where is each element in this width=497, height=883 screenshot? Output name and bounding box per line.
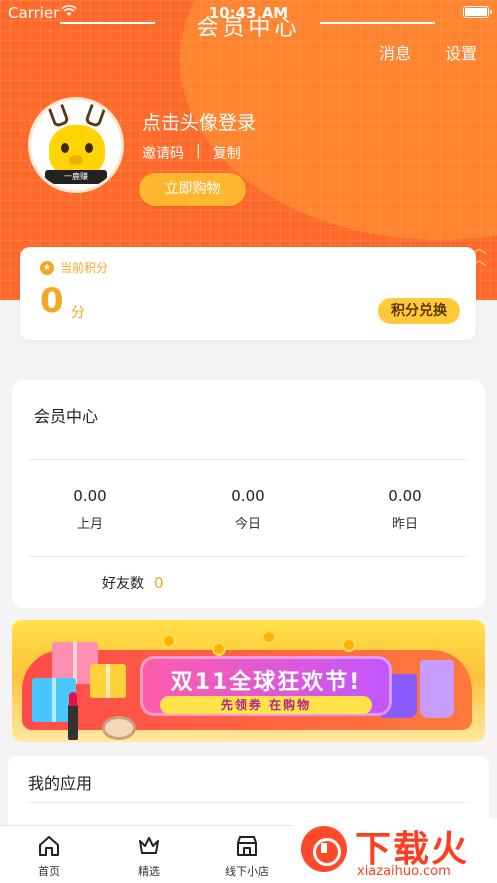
divider — [28, 802, 469, 803]
member-center-card: 会员中心 0.00 上月 0.00 今日 0.00 昨日 好友数 0 — [12, 380, 485, 608]
shopping-bag-icon — [420, 660, 454, 718]
stat-value: 0.00 — [73, 487, 107, 505]
divider — [28, 459, 469, 460]
promo-banner[interactable]: 双11全球狂欢节! 先领券 在购物 — [12, 620, 485, 742]
watermark-url: xiazaihuo.com — [357, 864, 451, 879]
invite-code-label: 邀请码 — [142, 146, 184, 162]
divider — [28, 556, 469, 557]
compact-icon — [102, 716, 136, 740]
login-prompt[interactable]: 点击头像登录 — [142, 108, 256, 135]
points-label: 当前积分 — [60, 261, 109, 275]
flame-logo-icon — [301, 826, 347, 872]
tab-featured[interactable]: 精选 — [114, 834, 184, 879]
tab-home[interactable]: 首页 — [14, 834, 84, 879]
stat-today[interactable]: 0.00 今日 — [188, 487, 308, 532]
points-card: ★ 当前积分 0 分 积分兑换 — [20, 247, 476, 340]
lipstick-icon — [68, 692, 78, 740]
home-icon — [39, 836, 59, 856]
banner-subtitle: 先领券 在购物 — [160, 696, 372, 714]
coin-icon — [212, 642, 226, 656]
antler-left — [48, 103, 70, 129]
buy-now-button[interactable]: 立即购物 — [139, 173, 246, 206]
points-unit: 分 — [71, 305, 85, 321]
coin-icon — [162, 634, 176, 648]
banner-title: 双11全球狂欢节! — [170, 670, 362, 695]
invite-separator: | — [196, 143, 201, 159]
friends-label: 好友数 — [102, 576, 144, 592]
points-label-row: ★ 当前积分 — [40, 259, 108, 276]
tab-label: 线下小店 — [225, 865, 269, 878]
invite-row: 邀请码 | 复制 — [142, 143, 241, 163]
member-center-title: 会员中心 — [34, 407, 99, 426]
tab-label: 精选 — [138, 865, 160, 878]
stat-value: 0.00 — [388, 487, 422, 505]
messages-link[interactable]: 消息 — [379, 40, 411, 64]
stat-label: 昨日 — [391, 517, 418, 532]
store-icon — [237, 836, 257, 856]
watermark: 下载火 xiazaihuo.com — [293, 818, 497, 883]
gift-box-icon — [90, 664, 126, 698]
top-links: 消息 设置 — [379, 40, 477, 64]
stat-label: 上月 — [76, 517, 103, 532]
my-apps-title: 我的应用 — [28, 774, 93, 793]
friends-count: 0 — [154, 574, 164, 592]
stat-label: 今日 — [234, 517, 261, 532]
avatar-ribbon: 一鹿赚 — [45, 170, 107, 184]
coin-icon — [262, 630, 276, 644]
stat-yesterday[interactable]: 0.00 昨日 — [345, 487, 465, 532]
crown-icon — [139, 837, 159, 854]
settings-link[interactable]: 设置 — [445, 40, 477, 64]
tab-label: 首页 — [38, 865, 60, 878]
stat-value: 0.00 — [231, 487, 265, 505]
banner-pill: 双11全球狂欢节! 先领券 在购物 — [140, 656, 392, 716]
copy-button[interactable]: 复制 — [213, 143, 241, 163]
friends-row[interactable]: 好友数 0 — [102, 573, 164, 593]
coin-icon — [342, 638, 356, 652]
points-value: 0 — [40, 281, 64, 321]
stat-last-month[interactable]: 0.00 上月 — [30, 487, 150, 532]
star-icon: ★ — [40, 260, 54, 275]
avatar[interactable]: 一鹿赚 — [28, 97, 124, 193]
antler-right — [84, 103, 106, 129]
page-title: 会员中心 — [196, 16, 301, 41]
tab-offline-store[interactable]: 线下小店 — [212, 834, 282, 879]
redeem-points-button[interactable]: 积分兑换 — [378, 298, 460, 324]
